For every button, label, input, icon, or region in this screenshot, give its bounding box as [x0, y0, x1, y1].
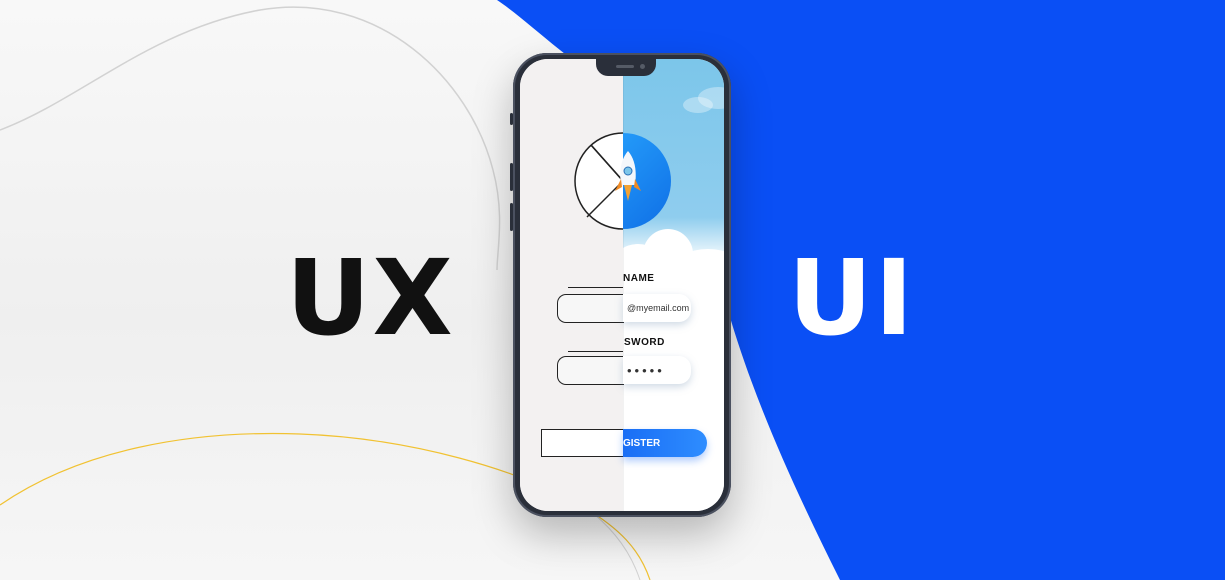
register-button[interactable]: GISTER	[623, 429, 707, 457]
phone-side-button	[510, 113, 513, 125]
phone-volume-up-button	[510, 163, 513, 191]
front-camera	[640, 64, 645, 69]
phone-notch	[596, 59, 656, 76]
cloud-shape	[683, 97, 713, 113]
rocket-icon	[615, 151, 641, 201]
speaker-grille	[616, 65, 634, 68]
email-input[interactable]: @myemail.com	[623, 294, 691, 322]
phone-mockup: NAME @myemail.com SWORD ••••• GISTER	[510, 53, 731, 517]
register-button-wireframe[interactable]	[541, 429, 624, 457]
phone-volume-down-button	[510, 203, 513, 231]
register-button-label: GISTER	[623, 437, 661, 449]
password-input-wireframe[interactable]	[557, 356, 624, 385]
phone-screen: NAME @myemail.com SWORD ••••• GISTER	[520, 59, 724, 511]
ux-heading: UX	[286, 237, 455, 359]
ui-heading: UI	[788, 237, 916, 359]
banner: UX UI NAME @myemail.com SWORD ••••• GIST…	[0, 0, 1225, 580]
email-input-wireframe[interactable]	[557, 294, 624, 323]
name-label: NAME	[623, 273, 655, 284]
password-dots: •••••	[627, 362, 665, 378]
password-label-wireframe	[568, 351, 623, 352]
app-logo	[573, 131, 673, 231]
password-label: SWORD	[624, 337, 665, 348]
password-input[interactable]: •••••	[623, 356, 691, 384]
name-label-wireframe	[568, 287, 623, 288]
